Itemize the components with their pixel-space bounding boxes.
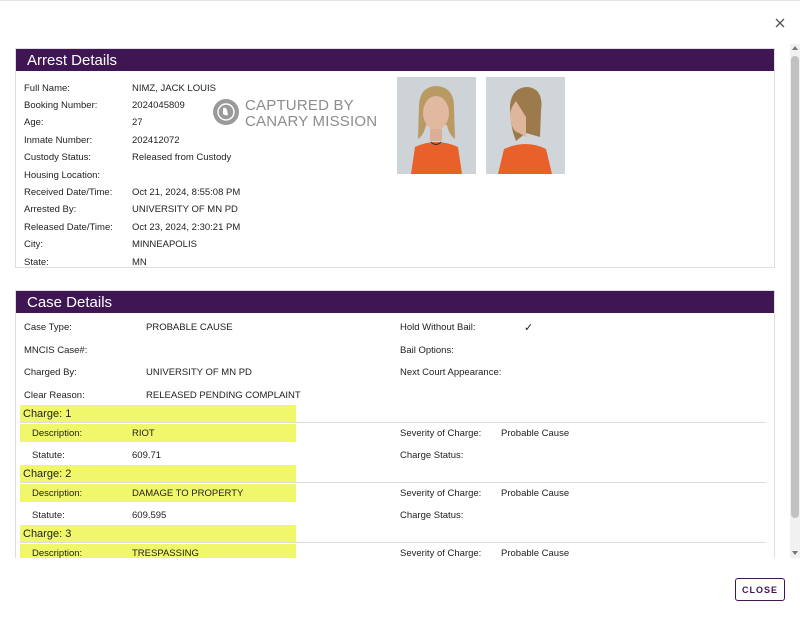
case-type-value: PROBABLE CAUSE	[146, 322, 233, 333]
charge-2-statute-label: Statute:	[32, 510, 65, 521]
next-court-appearance-label: Next Court Appearance:	[400, 367, 502, 378]
released-datetime-value: Oct 23, 2024, 2:30:21 PM	[132, 222, 241, 233]
charge-2-title: Charge: 2	[23, 468, 72, 480]
custody-status-value: Released from Custody	[132, 152, 232, 163]
state-value: MN	[132, 257, 147, 268]
canary-bird-icon	[213, 99, 239, 125]
watermark-line2: CANARY MISSION	[245, 113, 378, 130]
received-datetime-value: Oct 21, 2024, 8:55:08 PM	[132, 187, 241, 198]
case-type-label: Case Type:	[24, 322, 72, 333]
dialog-content[interactable]: Arrest Details Full Name: NIMZ, JACK LOU…	[0, 44, 790, 558]
charge-1-status-label: Charge Status:	[400, 450, 464, 461]
charge-1-statute-label: Statute:	[32, 450, 65, 461]
charge-3-severity-value: Probable Cause	[501, 548, 570, 558]
divider	[20, 542, 766, 543]
charge-3-severity-label: Severity of Charge:	[400, 548, 482, 558]
arrested-by-value: UNIVERSITY OF MN PD	[132, 204, 238, 215]
bail-options-label: Bail Options:	[400, 345, 454, 356]
mncis-case-label: MNCIS Case#:	[24, 345, 88, 356]
booking-number-value: 2024045809	[132, 100, 185, 111]
custody-status-label: Custody Status:	[24, 152, 92, 163]
charge-1-description-value: RIOT	[132, 428, 155, 439]
divider	[20, 422, 766, 423]
charge-1-severity-label: Severity of Charge:	[400, 428, 482, 439]
vertical-scrollbar[interactable]	[790, 44, 800, 558]
charge-3-description-value: TRESPASSING	[132, 548, 199, 558]
close-x-icon[interactable]	[772, 15, 788, 31]
charge-2-status-label: Charge Status:	[400, 510, 464, 521]
housing-location-label: Housing Location:	[24, 170, 101, 181]
watermark-line1: CAPTURED BY	[245, 97, 354, 114]
released-datetime-label: Released Date/Time:	[24, 222, 113, 233]
canary-mission-watermark: CAPTURED BY CANARY MISSION	[213, 97, 383, 130]
charged-by-value: UNIVERSITY OF MN PD	[146, 367, 252, 378]
age-label: Age:	[24, 117, 44, 128]
inmate-number-label: Inmate Number:	[24, 135, 93, 146]
charge-1-statute-value: 609.71	[132, 450, 162, 461]
case-details-panel: Case Details Case Type: PROBABLE CAUSE M…	[15, 290, 775, 558]
scroll-down-icon[interactable]	[792, 551, 798, 555]
city-label: City:	[24, 239, 43, 250]
front-mugshot-photo	[397, 77, 476, 174]
hold-without-bail-label: Hold Without Bail:	[400, 322, 476, 333]
charge-2-statute-value: 609.595	[132, 510, 167, 521]
charge-2-description-value: DAMAGE TO PROPERTY	[132, 488, 244, 499]
arrest-details-panel: Arrest Details Full Name: NIMZ, JACK LOU…	[15, 48, 775, 268]
state-label: State:	[24, 257, 49, 268]
top-border	[0, 0, 800, 1]
charge-1-description-label: Description:	[32, 428, 83, 439]
scrollbar-thumb[interactable]	[791, 56, 799, 518]
full-name-value: NIMZ, JACK LOUIS	[132, 83, 216, 94]
charge-1-title: Charge: 1	[23, 408, 72, 420]
age-value: 27	[132, 117, 143, 128]
charge-2-severity-value: Probable Cause	[501, 488, 570, 499]
charge-2-description-label: Description:	[32, 488, 83, 499]
clear-reason-label: Clear Reason:	[24, 390, 85, 401]
charge-1-severity-value: Probable Cause	[501, 428, 570, 439]
arrest-details-title: Arrest Details	[16, 49, 774, 71]
divider	[20, 482, 766, 483]
case-details-title: Case Details	[16, 291, 774, 313]
inmate-number-value: 202412072	[132, 135, 180, 146]
hold-without-bail-check-icon: ✓	[524, 322, 534, 334]
scroll-up-icon[interactable]	[792, 46, 798, 50]
profile-mugshot-photo	[486, 77, 565, 174]
charged-by-label: Charged By:	[24, 367, 77, 378]
received-datetime-label: Received Date/Time:	[24, 187, 113, 198]
city-value: MINNEAPOLIS	[132, 239, 197, 250]
booking-number-label: Booking Number:	[24, 100, 98, 111]
charge-3-description-label: Description:	[32, 548, 83, 558]
close-button[interactable]: CLOSE	[735, 578, 785, 601]
clear-reason-value: RELEASED PENDING COMPLAINT	[146, 390, 301, 401]
charge-2-severity-label: Severity of Charge:	[400, 488, 482, 499]
charge-3-title: Charge: 3	[23, 528, 72, 540]
full-name-label: Full Name:	[24, 83, 70, 94]
arrested-by-label: Arrested By:	[24, 204, 77, 215]
